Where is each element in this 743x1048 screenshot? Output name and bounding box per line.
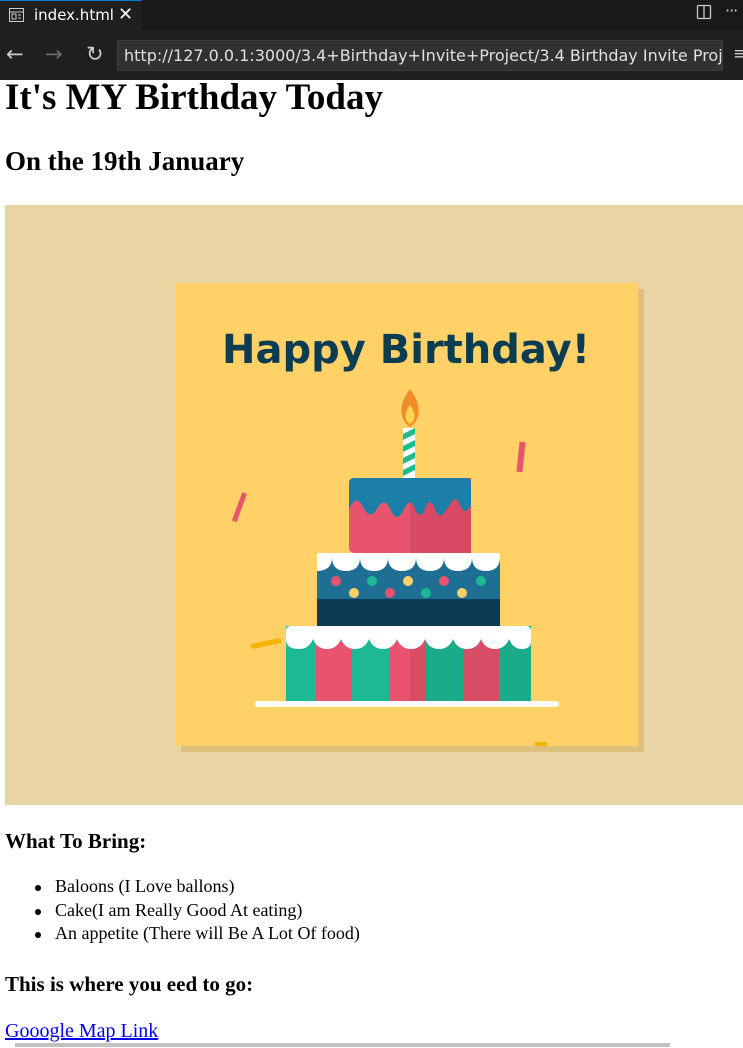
list-item: Baloons (I Love ballons) (0, 876, 360, 900)
address-bar-url: http://127.0.0.1:3000/3.4+Birthday+Invit… (124, 46, 723, 65)
browser-nav-bar: ← → ↻ http://127.0.0.1:3000/3.4+Birthday… (0, 30, 743, 80)
happy-birthday-text: Happy Birthday! (222, 327, 590, 373)
address-bar[interactable]: http://127.0.0.1:3000/3.4+Birthday+Invit… (117, 40, 723, 71)
menu-icon[interactable]: ≡ (733, 44, 743, 64)
page-viewport: It's MY Birthday Today On the 19th Janua… (0, 80, 743, 1048)
more-actions-icon[interactable]: ··· (725, 1, 738, 20)
location-heading: This is where you eed to go: (5, 972, 254, 996)
page-subtitle: On the 19th January (5, 146, 245, 176)
tab-index-html[interactable]: index.html ✕ (0, 0, 142, 30)
google-map-link[interactable]: Gooogle Map Link (5, 1020, 158, 1043)
list-item: An appetite (There will Be A Lot Of food… (0, 923, 360, 947)
split-editor-icon[interactable] (696, 4, 712, 20)
list-item: Cake(I am Really Good At eating) (0, 900, 360, 924)
birthday-cake-image: Happy Birthday! (5, 205, 743, 805)
bring-list: Baloons (I Love ballons) Cake(I am Reall… (0, 876, 360, 947)
preview-icon (9, 8, 24, 22)
editor-tab-bar: index.html ✕ ··· (0, 0, 743, 30)
page-title: It's MY Birthday Today (5, 80, 383, 118)
what-to-bring-heading: What To Bring: (5, 829, 147, 853)
horizontal-scrollbar[interactable] (15, 1043, 670, 1047)
close-icon[interactable]: ✕ (118, 4, 133, 25)
reload-icon[interactable]: ↻ (86, 42, 104, 66)
back-arrow-icon[interactable]: ← (6, 42, 24, 66)
forward-arrow-icon[interactable]: → (45, 42, 63, 66)
tab-title: index.html (34, 6, 114, 24)
